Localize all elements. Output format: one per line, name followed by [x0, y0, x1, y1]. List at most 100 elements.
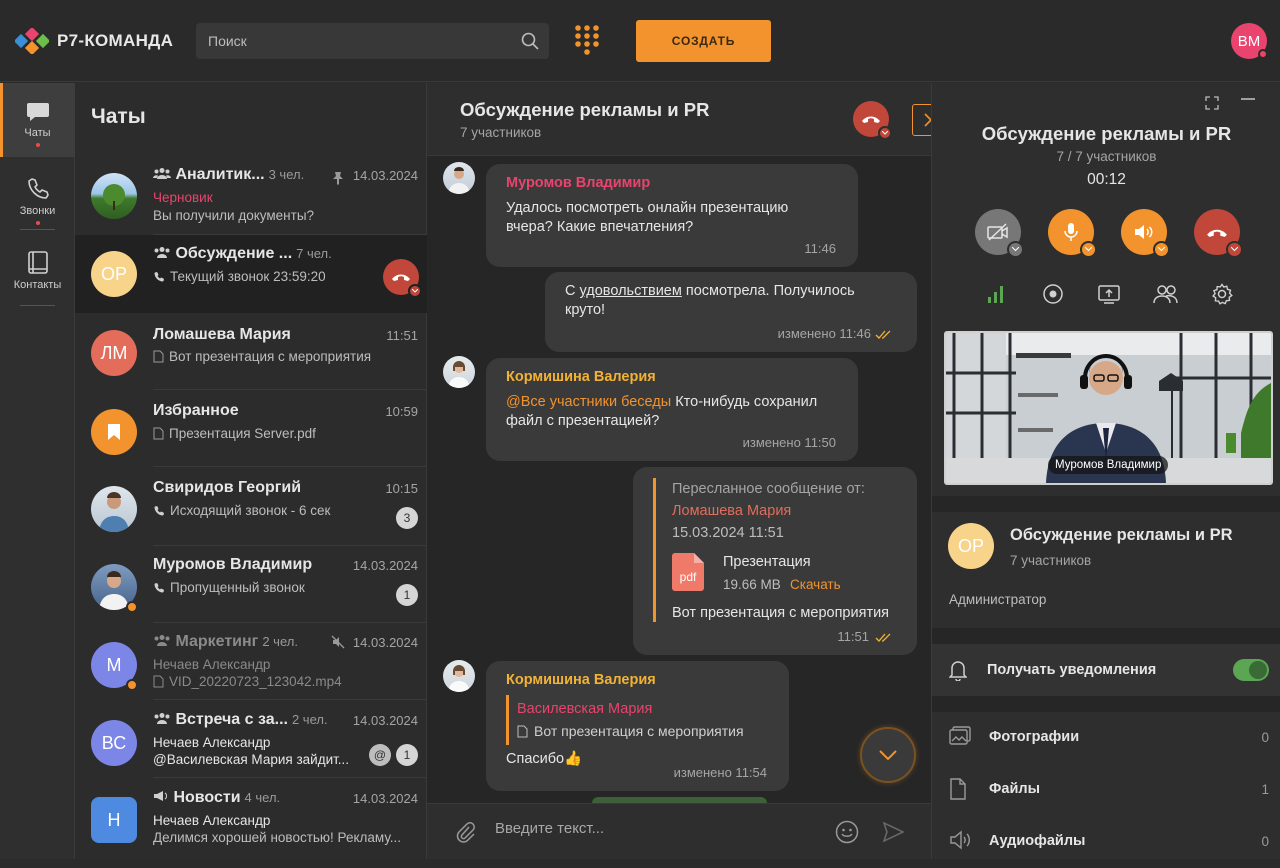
person-photo [448, 665, 470, 692]
nav-contacts[interactable]: Контакты [0, 233, 75, 307]
search-box[interactable] [196, 23, 549, 59]
member-count: 2 чел. [291, 712, 328, 727]
chat-preview: Текущий звонок 23:59:20 [153, 269, 326, 284]
quote-text[interactable]: Вот презентация с мероприятия [517, 722, 744, 741]
notifications-toggle[interactable] [1233, 659, 1269, 681]
book-icon [27, 251, 48, 274]
message-time: изменено 11:54 [673, 765, 767, 780]
mention-link[interactable]: @Все участники беседы [506, 394, 671, 410]
user-avatar[interactable]: ВМ [1231, 23, 1268, 59]
end-call-button[interactable] [1194, 209, 1243, 258]
message-bubble[interactable]: Кормишина Валерия Василевская Мария Вот … [486, 661, 789, 791]
sender-avatar[interactable] [443, 162, 475, 194]
emoji-icon[interactable] [835, 820, 859, 844]
message-text: круто! [565, 302, 606, 318]
chat-preview: Вот презентация с мероприятия [153, 349, 371, 364]
chat-row-discussion[interactable]: ОР Обсуждение ... 7 чел. Текущий звонок 2… [75, 235, 427, 313]
chat-info-subtitle[interactable]: 7 участников [1010, 553, 1091, 568]
chevron-down-icon[interactable] [878, 126, 892, 140]
microphone-button[interactable] [1048, 209, 1097, 258]
chevron-down-icon[interactable] [1153, 241, 1170, 258]
file-icon [153, 350, 164, 363]
signal-icon[interactable] [987, 283, 1005, 303]
double-check-icon [875, 330, 891, 339]
chat-row-favorites[interactable]: Избранное 10:59 Презентация Server.pdf [75, 390, 427, 467]
chat-name: Встреча с за... 2 чел. [153, 711, 328, 729]
message-text: вчера? Какие впечатления? [506, 219, 694, 235]
chat-subtitle: 7 участников [460, 125, 542, 140]
unread-badge: 3 [396, 507, 418, 529]
message-text: Вот презентация с мероприятия [672, 605, 890, 621]
create-button[interactable]: СОЗДАТЬ [636, 20, 771, 62]
chat-row-marketing[interactable]: М Маркетинг 2 чел. 14.03.2024 Нечаев Алек… [75, 623, 427, 700]
message-input[interactable] [495, 820, 795, 837]
file-name[interactable]: Презентация [723, 553, 811, 572]
camera-toggle-button[interactable] [975, 209, 1024, 258]
download-link[interactable]: Скачать [790, 575, 841, 594]
quote-sender[interactable]: Василевская Мария [517, 700, 652, 719]
section-divider [932, 628, 1280, 644]
call-timer: 00:12 [1087, 171, 1126, 188]
settings-gear-icon[interactable] [1211, 283, 1233, 305]
chat-time: 14.03.2024 [352, 791, 418, 806]
speaker-button[interactable] [1121, 209, 1170, 258]
media-files-row[interactable]: Файлы 1 [932, 764, 1280, 816]
chevron-down-icon[interactable] [1007, 241, 1024, 258]
media-label: Файлы [989, 781, 1040, 797]
sender-avatar[interactable] [443, 660, 475, 692]
minimize-icon[interactable] [1241, 97, 1255, 101]
message-bubble-own[interactable]: С удовольствием посмотрела. Получилось к… [545, 272, 917, 352]
file-icon [950, 778, 966, 800]
sender-avatar[interactable] [443, 356, 475, 388]
pdf-icon[interactable]: pdf [672, 553, 704, 591]
chevron-down-icon[interactable] [408, 284, 422, 298]
chat-row-meeting[interactable]: ВС Встреча с за... 2 чел. 14.03.2024 Неча… [75, 700, 427, 778]
search-icon[interactable] [521, 32, 539, 50]
chat-row-lomasheva[interactable]: ЛМ Ломашева Мария 11:51 Вот презентация … [75, 313, 427, 390]
participants-icon[interactable] [1153, 283, 1179, 305]
chat-row-sviridov[interactable]: Свиридов Георгий 10:15 Исходящий звонок … [75, 469, 427, 546]
chevron-down-icon[interactable] [1080, 241, 1097, 258]
chevron-down-icon[interactable] [1226, 241, 1243, 258]
avatar-initials: М [106, 654, 122, 675]
message-bubble-forwarded[interactable]: Пересланное сообщение от: Ломашева Мария… [633, 467, 917, 655]
chat-row-news[interactable]: Н Новости 4 чел. 14.03.2024 Нечаев Алекса… [75, 778, 427, 859]
search-input[interactable] [196, 23, 496, 59]
send-icon[interactable] [882, 822, 904, 842]
message-bubble[interactable]: Кормишина Валерия @Все участники беседы … [486, 358, 858, 461]
avatar-initials: ОР [957, 535, 984, 556]
forward-sender[interactable]: Ломашева Мария [672, 502, 791, 521]
message-bubble[interactable]: Муромов Владимир Удалось посмотреть онла… [486, 164, 858, 267]
message-sender[interactable]: Кормишина Валерия [506, 671, 769, 690]
chat-time: 14.03.2024 [352, 168, 418, 183]
expand-icon[interactable] [1205, 96, 1219, 110]
hangup-button[interactable] [853, 101, 892, 140]
nav-calls[interactable]: Звонки [0, 159, 75, 233]
media-audio-row[interactable]: Аудиофайлы 0 [932, 816, 1280, 868]
scroll-down-button[interactable] [860, 727, 916, 783]
chat-preview: Вы получили документы? [153, 208, 315, 223]
chat-row-muromov[interactable]: Муромов Владимир 14.03.2024 Пропущенный … [75, 546, 427, 623]
chatlist-title: Чаты [91, 105, 146, 128]
attach-icon[interactable] [455, 821, 475, 843]
hangup-button[interactable] [383, 259, 422, 298]
status-dot [1258, 49, 1268, 59]
nav-chats-label: Чаты [24, 127, 51, 139]
app-logo[interactable]: Р7-КОМАНДА [15, 28, 173, 54]
chat-title[interactable]: Обсуждение рекламы и PR [460, 99, 709, 121]
record-icon[interactable] [1042, 283, 1064, 305]
spellcheck-word[interactable]: удовольствием [580, 283, 682, 299]
dialpad-icon[interactable] [575, 25, 599, 55]
message-sender[interactable]: Муромов Владимир [506, 174, 838, 193]
message-sender[interactable]: Кормишина Валерия [506, 368, 838, 387]
screen-share-icon[interactable] [1098, 283, 1120, 305]
nav-chats[interactable]: Чаты [0, 83, 75, 157]
draft-label: Черновик [153, 190, 213, 205]
chat-avatar: ЛМ [91, 330, 137, 376]
video-tile[interactable]: Муромов Владимир [944, 331, 1273, 485]
media-photos-row[interactable]: Фотографии 0 [932, 712, 1280, 764]
chat-row-analytics[interactable]: Аналитик... 3 чел. 14.03.2024 Черновик Вы… [75, 158, 427, 235]
forward-label: Пересланное сообщение от: [672, 481, 865, 497]
message-time: 11:46 [804, 241, 836, 256]
chat-time: 14.03.2024 [352, 713, 418, 728]
